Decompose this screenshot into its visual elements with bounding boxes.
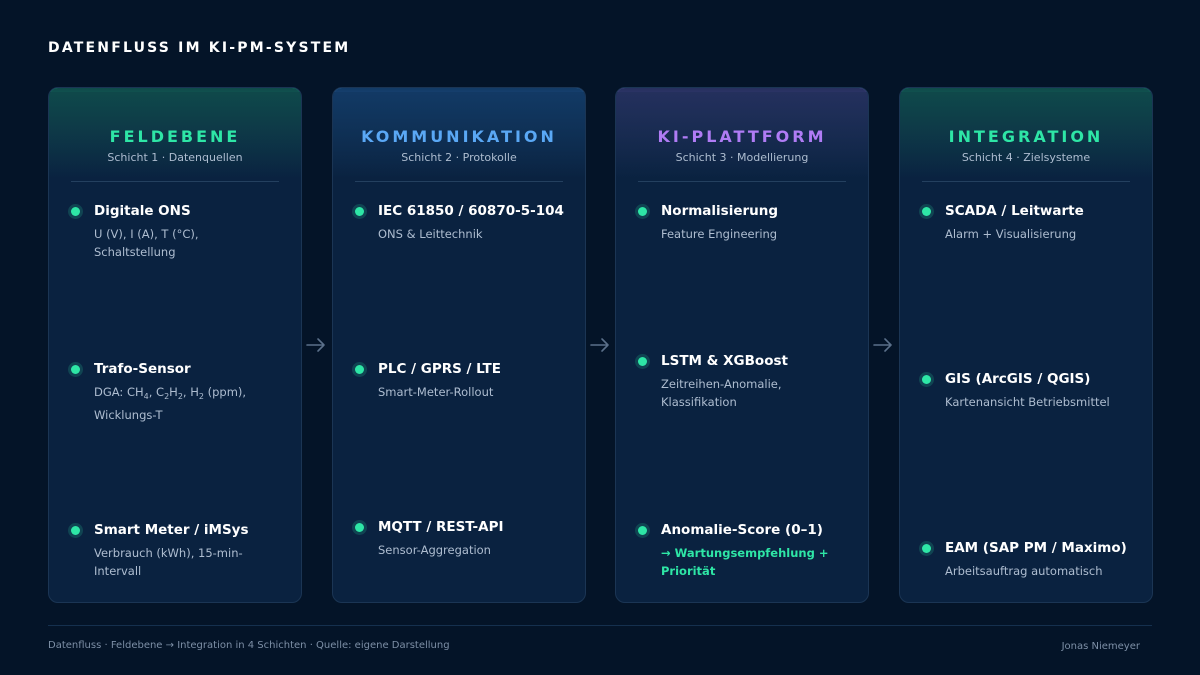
arrow-right-icon — [589, 336, 611, 354]
layer-subtitle: Schicht 3 · Modellierung — [675, 151, 809, 164]
bullet-dot-icon — [71, 207, 80, 216]
card-divider — [638, 181, 846, 182]
item-title: MQTT / REST-API — [378, 519, 504, 535]
card-divider — [355, 181, 563, 182]
bullet-dot-icon — [638, 526, 647, 535]
item-description: ONS & Leittechnik — [378, 227, 483, 241]
item-title: Normalisierung — [661, 203, 779, 219]
bullet-dot-icon — [355, 207, 364, 216]
layer-subtitle: Schicht 2 · Protokolle — [401, 151, 517, 164]
bullet-dot-icon — [71, 526, 80, 535]
item-description: Verbrauch (kWh), 15-min-Intervall — [94, 546, 243, 578]
item-title: Trafo-Sensor — [94, 361, 191, 377]
item-description: Sensor-Aggregation — [378, 543, 491, 557]
arrow-right-icon — [872, 336, 894, 354]
item-description: Kartenansicht Betriebsmittel — [945, 395, 1110, 409]
footer-author: Jonas Niemeyer — [1061, 641, 1140, 652]
layer-title: KI-PLATTFORM — [657, 127, 827, 146]
item-description: Feature Engineering — [661, 227, 778, 241]
item-title: Smart Meter / iMSys — [94, 522, 249, 538]
layer-title: INTEGRATION — [948, 127, 1104, 146]
layer-title: KOMMUNIKATION — [361, 127, 557, 146]
item-description: Smart-Meter-Rollout — [378, 385, 494, 399]
layer-subtitle: Schicht 4 · Zielsysteme — [961, 151, 1091, 164]
layer-card-ki-plattform: KI-PLATTFORM Schicht 3 · Modellierung Norm… — [615, 87, 869, 603]
bullet-dot-icon — [355, 365, 364, 374]
layer-subtitle: Schicht 1 · Datenquellen — [107, 151, 243, 164]
bullet-dot-icon — [922, 544, 931, 553]
item-title: Digitale ONS — [94, 203, 191, 219]
layer-card-kommunikation: KOMMUNIKATION Schicht 2 · Protokolle IEC 6… — [332, 87, 586, 603]
bullet-dot-icon — [71, 365, 80, 374]
item-description: Arbeitsauftrag automatisch — [945, 564, 1103, 578]
item-description: U (V), I (A), T (°C), Schaltstellung — [94, 227, 199, 259]
item-description: Zeitreihen-Anomalie, Klassifikation — [661, 377, 782, 409]
item-title: PLC / GPRS / LTE — [378, 361, 501, 377]
bullet-dot-icon — [922, 207, 931, 216]
item-title: EAM (SAP PM / Maximo) — [945, 540, 1127, 556]
arrow-right-icon — [305, 336, 327, 354]
footer-caption: Datenfluss · Feldebene → Integration in … — [48, 640, 450, 651]
bullet-dot-icon — [922, 375, 931, 384]
bullet-dot-icon — [355, 523, 364, 532]
bullet-dot-icon — [638, 207, 647, 216]
item-title: IEC 61850 / 60870-5-104 — [378, 203, 564, 219]
card-divider — [71, 181, 279, 182]
footer-divider — [48, 625, 1152, 626]
item-title: GIS (ArcGIS / QGIS) — [945, 371, 1091, 387]
card-divider — [922, 181, 1130, 182]
item-description: → Wartungsempfehlung + Priorität — [661, 546, 829, 578]
page-title: DATENFLUSS IM KI-PM-SYSTEM — [48, 40, 351, 56]
layer-title: FELDEBENE — [109, 127, 241, 146]
item-title: LSTM & XGBoost — [661, 353, 788, 369]
item-title: Anomalie-Score (0–1) — [661, 522, 823, 538]
layer-card-feldebene: FELDEBENE Schicht 1 · Datenquellen Digital… — [48, 87, 302, 603]
layer-card-integration: INTEGRATION Schicht 4 · Zielsysteme SCADA … — [899, 87, 1153, 603]
bullet-dot-icon — [638, 357, 647, 366]
item-title: SCADA / Leitwarte — [945, 203, 1084, 219]
item-description: DGA: CH4, C2H2, H2 (ppm), Wicklungs-T — [94, 385, 247, 422]
flow-columns: FELDEBENE Schicht 1 · Datenquellen Digital… — [48, 87, 1153, 603]
item-description: Alarm + Visualisierung — [945, 227, 1077, 241]
